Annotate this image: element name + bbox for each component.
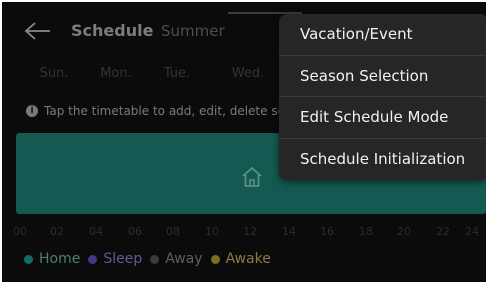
info-icon: i bbox=[26, 105, 38, 117]
day-tab-wed[interactable]: Wed. bbox=[223, 66, 273, 81]
legend-home: Home bbox=[24, 251, 80, 267]
hour-label: 08 bbox=[166, 225, 180, 238]
hour-label: 06 bbox=[128, 225, 142, 238]
hint-text: i Tap the timetable to add, edit, delete… bbox=[26, 104, 284, 118]
legend-away: Away bbox=[150, 251, 203, 267]
home-icon bbox=[242, 166, 262, 187]
hour-label: 16 bbox=[320, 225, 334, 238]
menu-item-season-selection[interactable]: Season Selection bbox=[279, 56, 486, 97]
menu-item-vacation-event[interactable]: Vacation/Event bbox=[279, 14, 486, 56]
dot-icon bbox=[88, 254, 98, 264]
arrow-left-icon bbox=[24, 22, 50, 40]
hour-label: 10 bbox=[205, 225, 219, 238]
dot-icon bbox=[24, 254, 33, 264]
hour-label: 18 bbox=[359, 225, 373, 238]
hour-label: 22 bbox=[436, 225, 450, 238]
hour-label: 20 bbox=[397, 225, 411, 238]
schedule-screen: Schedule Summer Sun. Mon. Tue. Wed. i Ta… bbox=[2, 2, 486, 282]
day-tab-tue[interactable]: Tue. bbox=[152, 66, 202, 81]
legend-label: Awake bbox=[225, 251, 271, 267]
legend: Home Sleep Away Awake bbox=[24, 251, 271, 267]
dot-icon bbox=[210, 254, 220, 264]
hour-label: 12 bbox=[243, 225, 257, 238]
legend-awake: Awake bbox=[210, 251, 271, 267]
hour-label: 00 bbox=[13, 225, 27, 238]
menu-item-schedule-initialization[interactable]: Schedule Initialization bbox=[279, 139, 486, 181]
day-tab-mon[interactable]: Mon. bbox=[91, 66, 141, 81]
legend-sleep: Sleep bbox=[88, 251, 142, 267]
season-label: Summer bbox=[161, 22, 225, 40]
legend-label: Home bbox=[39, 251, 81, 267]
day-tab-sun[interactable]: Sun. bbox=[29, 66, 79, 81]
hour-label: 14 bbox=[282, 225, 296, 238]
legend-label: Away bbox=[165, 251, 203, 267]
hour-axis: 00 02 04 06 08 10 12 14 16 18 20 22 24 bbox=[13, 225, 484, 241]
dot-icon bbox=[150, 254, 160, 264]
hour-label: 02 bbox=[50, 225, 64, 238]
menu-item-edit-schedule-mode[interactable]: Edit Schedule Mode bbox=[279, 97, 486, 139]
back-button[interactable] bbox=[24, 20, 52, 42]
legend-label: Sleep bbox=[103, 251, 143, 267]
hour-label: 24 bbox=[465, 225, 479, 238]
options-menu: Vacation/Event Season Selection Edit Sch… bbox=[279, 14, 486, 180]
hour-label: 04 bbox=[89, 225, 103, 238]
page-title: Schedule bbox=[71, 21, 154, 40]
hint-label: Tap the timetable to add, edit, delete s… bbox=[44, 104, 285, 118]
